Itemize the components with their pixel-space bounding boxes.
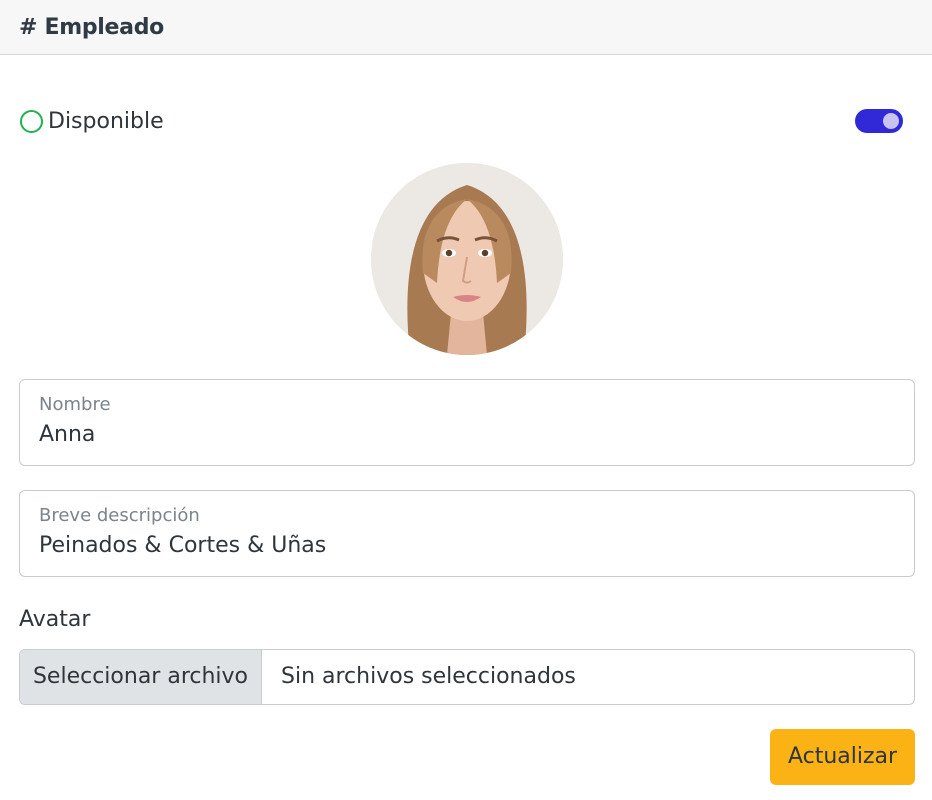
avatar-file-input[interactable]: Seleccionar archivo Sin archivos selecci… <box>19 649 915 705</box>
name-field-value: Anna <box>39 422 96 447</box>
availability-toggle[interactable] <box>855 109 903 133</box>
description-field[interactable]: Breve descripción Peinados & Cortes & Uñ… <box>19 490 915 577</box>
toggle-knob <box>883 113 899 129</box>
avatar <box>371 163 563 355</box>
description-field-value: Peinados & Cortes & Uñas <box>39 533 327 558</box>
availability-label: Disponible <box>48 109 164 134</box>
description-field-label: Breve descripción <box>39 505 200 526</box>
name-field-label: Nombre <box>39 394 111 415</box>
update-button[interactable]: Actualizar <box>770 729 915 785</box>
page-header: # Empleado <box>0 0 932 55</box>
availability-row: Disponible <box>19 108 903 136</box>
page-title: # Empleado <box>19 14 164 40</box>
choose-file-button[interactable]: Seleccionar archivo <box>20 650 262 704</box>
avatar-photo <box>371 163 563 355</box>
name-field[interactable]: Nombre Anna <box>19 379 915 466</box>
status-circle-icon <box>20 110 43 133</box>
avatar-file-label: Avatar <box>19 607 91 632</box>
file-status-text: Sin archivos seleccionados <box>281 664 576 689</box>
